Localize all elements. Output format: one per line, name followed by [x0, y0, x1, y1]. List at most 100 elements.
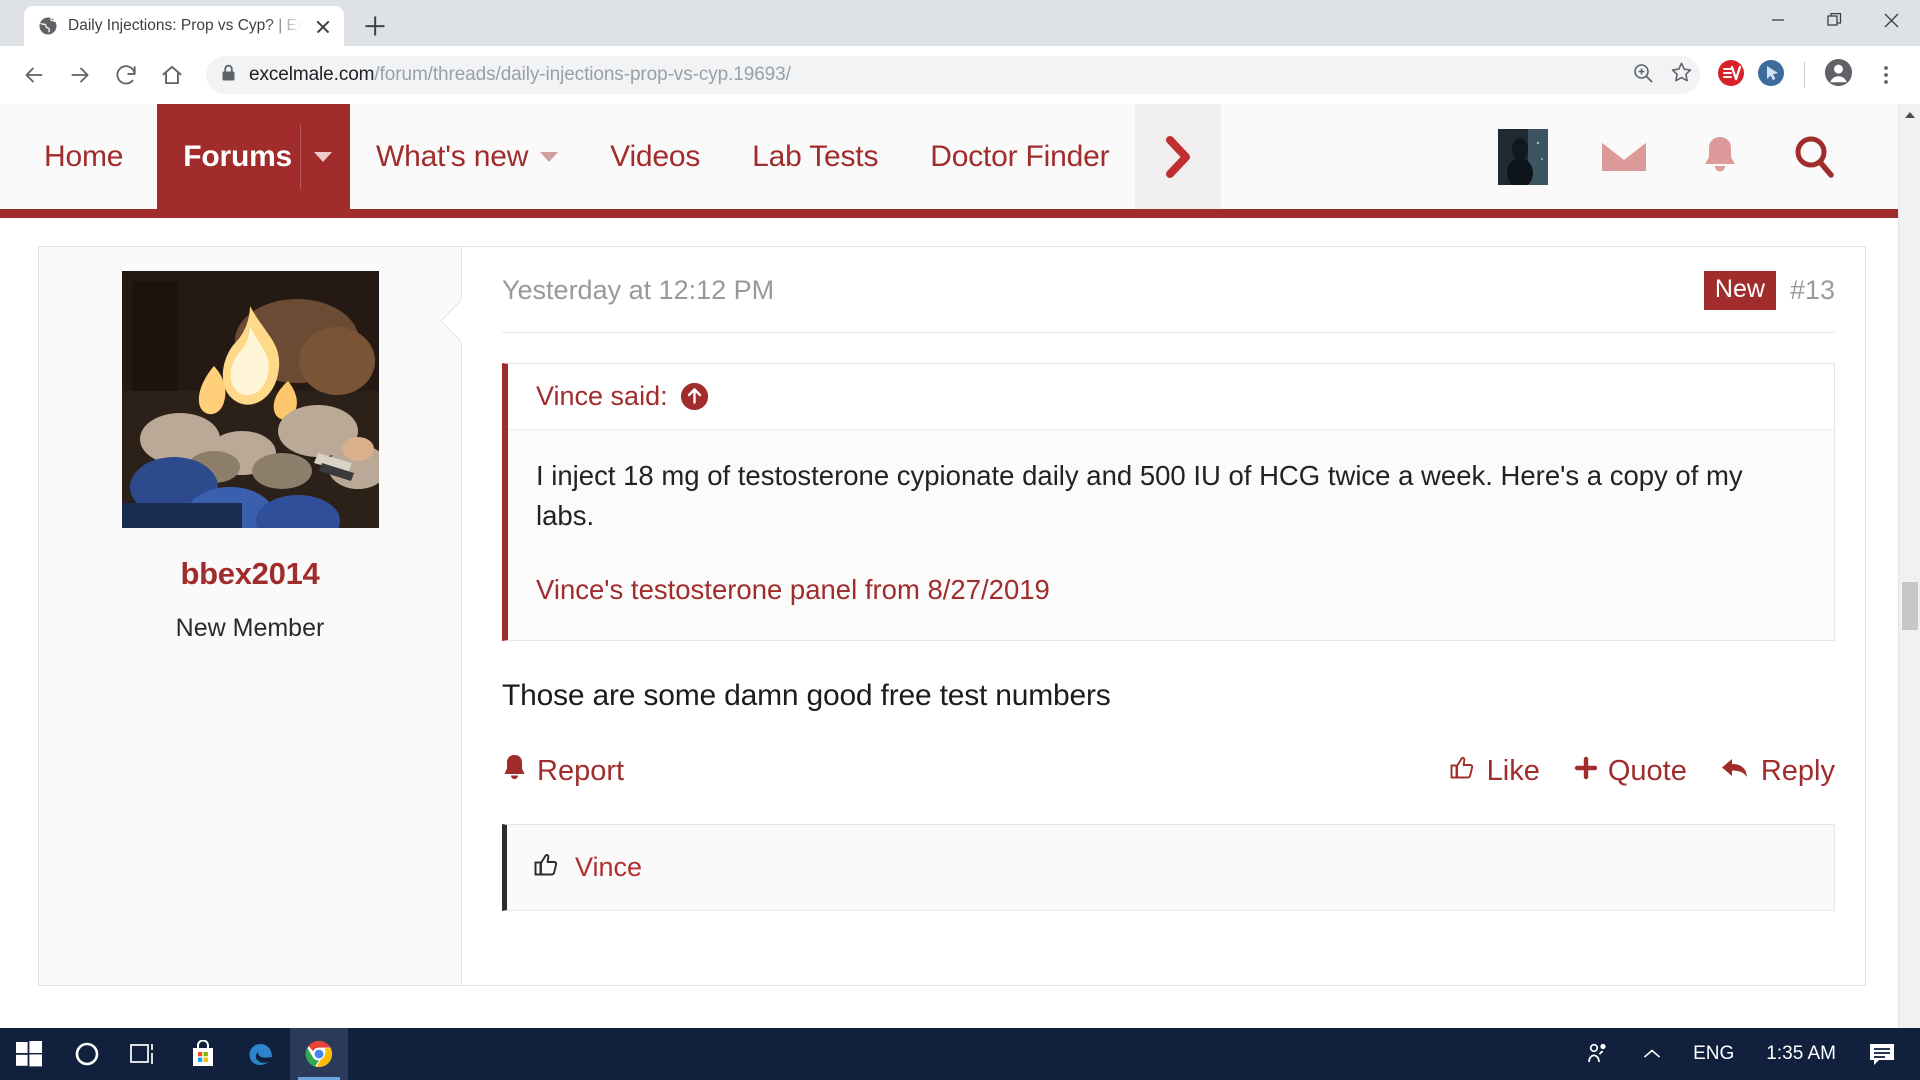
speech-bubble-arrow — [440, 299, 462, 343]
campfire-avatar-image[interactable] — [122, 271, 379, 528]
nav-item-forums-dropdown[interactable] — [300, 104, 350, 209]
blockquote: Vince said: I inject 18 mg of testostero — [502, 363, 1835, 641]
clock[interactable]: 1:35 AM — [1750, 1043, 1852, 1065]
back-arrow-icon[interactable] — [12, 53, 56, 97]
reply-button[interactable]: Reply — [1721, 755, 1835, 789]
nav-item-label: Doctor Finder — [930, 140, 1109, 174]
url-path: /forum/threads/daily-injections-prop-vs-… — [374, 64, 790, 85]
post-actions: Report Like — [502, 753, 1835, 790]
task-view-icon[interactable] — [116, 1028, 174, 1080]
zoom-in-icon[interactable] — [1631, 61, 1655, 90]
restore-icon[interactable] — [1806, 0, 1863, 40]
forward-arrow-icon[interactable] — [58, 53, 102, 97]
people-icon[interactable] — [1569, 1041, 1627, 1067]
nav-item-doctor-finder[interactable]: Doctor Finder — [904, 104, 1135, 209]
jump-to-post-icon[interactable] — [681, 383, 708, 410]
chrome-browser-icon[interactable] — [290, 1028, 348, 1080]
quote-label: Quote — [1608, 755, 1687, 788]
cursor-extension-icon[interactable] — [1756, 58, 1786, 93]
like-label: Like — [1487, 755, 1540, 788]
windows-taskbar: ENG 1:35 AM — [0, 1028, 1920, 1080]
site-nav-right — [1472, 104, 1898, 209]
url-domain: excelmale.com — [249, 64, 374, 85]
blockquote-author: Vince said: — [536, 381, 668, 412]
page-scrollbar[interactable] — [1898, 104, 1920, 1028]
post-article: bbex2014 New Member Yesterday at 12:12 P… — [38, 246, 1866, 986]
browser-tab[interactable]: Daily Injections: Prop vs Cyp? | Ex — [24, 6, 344, 46]
post-header-divider — [502, 332, 1835, 333]
extension-icons — [1710, 53, 1908, 97]
chevron-right-icon[interactable] — [1135, 104, 1221, 209]
post-actions-right: Like Quote — [1449, 754, 1835, 790]
nav-divider — [300, 124, 301, 189]
browser-toolbar: excelmale.com/forum/threads/daily-inject… — [0, 46, 1920, 104]
star-icon[interactable] — [1669, 60, 1694, 90]
envelope-icon[interactable] — [1574, 137, 1674, 177]
post-user-column: bbex2014 New Member — [39, 247, 462, 985]
nav-item-lab-tests[interactable]: Lab Tests — [726, 104, 904, 209]
nav-item-home[interactable]: Home — [0, 104, 157, 209]
quote-button[interactable]: Quote — [1574, 755, 1687, 788]
nav-item-label: What's new — [376, 140, 528, 174]
action-center-icon[interactable] — [1852, 1040, 1912, 1068]
scroll-up-arrow-icon[interactable] — [1899, 104, 1920, 126]
start-button-icon[interactable] — [0, 1028, 58, 1080]
chevron-down-icon — [314, 152, 332, 162]
scrollbar-thumb[interactable] — [1902, 582, 1918, 630]
browser-window: Daily Injections: Prop vs Cyp? | Ex — [0, 0, 1920, 1028]
chevron-up-icon[interactable] — [1627, 1048, 1677, 1060]
new-tab-button[interactable] — [358, 9, 392, 43]
post-container: bbex2014 New Member Yesterday at 12:12 P… — [0, 218, 1898, 986]
report-button[interactable]: Report — [502, 753, 624, 790]
user-avatar-thumbnail[interactable] — [1472, 129, 1574, 185]
nav-item-label: Home — [44, 140, 123, 174]
status-badge-new: New — [1704, 271, 1776, 310]
tab-close-icon[interactable] — [312, 15, 334, 37]
taskbar-items — [0, 1028, 348, 1080]
blockquote-body: I inject 18 mg of testosterone cypionate… — [508, 430, 1834, 640]
bell-icon[interactable] — [1674, 134, 1766, 180]
three-dot-menu-icon[interactable] — [1864, 53, 1908, 97]
post-number[interactable]: #13 — [1790, 275, 1835, 306]
like-button[interactable]: Like — [1449, 754, 1540, 790]
nav-item-label: Forums — [183, 140, 292, 174]
nav-item-label: Lab Tests — [752, 140, 878, 174]
thumbs-up-icon — [533, 851, 561, 884]
post-user-title: New Member — [39, 614, 461, 643]
thumbs-up-icon — [1449, 754, 1477, 790]
edge-browser-icon[interactable] — [232, 1028, 290, 1080]
nav-item-whats-new[interactable]: What's new — [350, 104, 584, 209]
post-username[interactable]: bbex2014 — [39, 556, 461, 592]
page-viewport: Home Forums What's new Videos Lab Tes — [0, 104, 1920, 1028]
site-nav-underline — [0, 209, 1898, 218]
address-bar[interactable]: excelmale.com/forum/threads/daily-inject… — [206, 56, 1700, 94]
address-bar-url: excelmale.com/forum/threads/daily-inject… — [249, 64, 791, 86]
nav-item-forums[interactable]: Forums — [157, 104, 300, 209]
nav-item-videos[interactable]: Videos — [584, 104, 726, 209]
system-tray: ENG 1:35 AM — [1569, 1040, 1920, 1068]
site-navigation: Home Forums What's new Videos Lab Tes — [0, 104, 1898, 209]
search-icon[interactable] — [1766, 134, 1862, 180]
blockquote-link[interactable]: Vince's testosterone panel from 8/27/201… — [536, 574, 1806, 606]
language-indicator[interactable]: ENG — [1677, 1043, 1750, 1065]
plus-icon — [1574, 755, 1598, 788]
home-icon[interactable] — [150, 53, 194, 97]
tab-title: Daily Injections: Prop vs Cyp? | Ex — [68, 17, 302, 35]
globe-icon — [38, 16, 58, 36]
minimize-icon[interactable] — [1749, 0, 1806, 40]
close-icon[interactable] — [1863, 0, 1920, 40]
reload-icon[interactable] — [104, 53, 148, 97]
cortana-search-icon[interactable] — [58, 1028, 116, 1080]
report-label: Report — [537, 755, 624, 788]
blockquote-header: Vince said: — [508, 364, 1834, 430]
post-meta: New #13 — [1704, 271, 1835, 310]
post-main-column: Yesterday at 12:12 PM New #13 Vince said… — [462, 247, 1865, 985]
post-timestamp[interactable]: Yesterday at 12:12 PM — [502, 275, 774, 306]
like-user-link[interactable]: Vince — [575, 852, 642, 883]
post-body-text: Those are some damn good free test numbe… — [502, 679, 1835, 713]
microsoft-store-icon[interactable] — [174, 1028, 232, 1080]
lock-icon — [220, 63, 237, 88]
account-avatar-icon[interactable] — [1823, 57, 1854, 93]
expressvpn-extension-icon[interactable] — [1716, 58, 1746, 93]
blockquote-text: I inject 18 mg of testosterone cypionate… — [536, 456, 1806, 536]
